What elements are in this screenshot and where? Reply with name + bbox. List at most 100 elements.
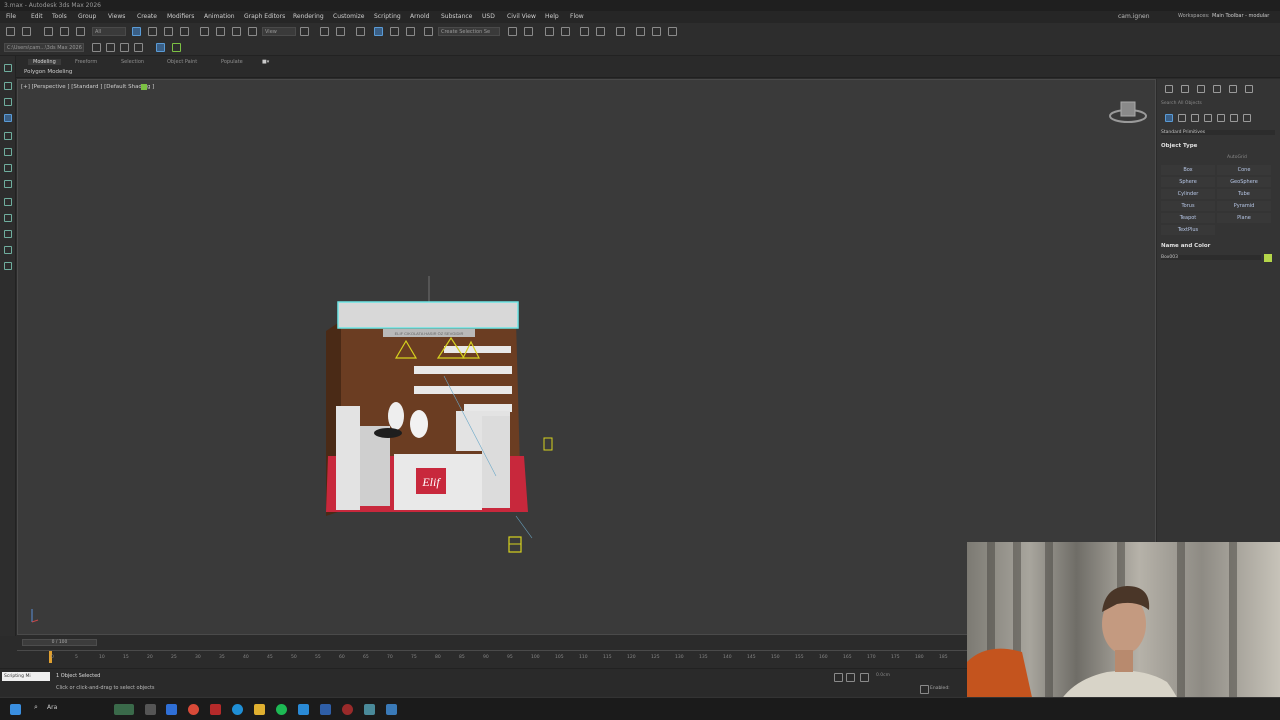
tool-icon-5[interactable] <box>4 132 12 140</box>
viewcube-icon[interactable] <box>1108 98 1148 128</box>
tool-icon-6[interactable] <box>4 148 12 156</box>
menu-create[interactable]: Create <box>137 13 157 20</box>
autogrid-checkbox[interactable]: AutoGrid <box>1227 155 1247 160</box>
menu-modifiers[interactable]: Modifiers <box>167 13 194 20</box>
curve-editor-icon[interactable] <box>596 27 605 36</box>
opera-icon[interactable] <box>210 704 221 715</box>
lock-icon[interactable] <box>846 673 855 682</box>
rotate-icon[interactable] <box>216 27 225 36</box>
folder-icon[interactable] <box>254 704 265 715</box>
pyramid-button[interactable]: Pyramid <box>1217 201 1271 211</box>
tool-icon-3[interactable] <box>4 98 12 106</box>
app-icon[interactable] <box>298 704 309 715</box>
time-slider[interactable]: 0 / 100 <box>22 639 97 646</box>
percent-snap-icon[interactable] <box>390 27 399 36</box>
tool-icon-4[interactable] <box>4 114 12 122</box>
select-by-name-icon[interactable] <box>148 27 157 36</box>
ribbon-tab-freeform[interactable]: Freeform <box>75 59 97 65</box>
undo-icon[interactable] <box>6 27 15 36</box>
category-dropdown[interactable]: Standard Primitives <box>1161 130 1275 135</box>
taskbar-search[interactable]: Ara <box>47 704 57 711</box>
scene-explorer-tool-icon[interactable] <box>4 64 12 72</box>
ribbon-tab-modeling[interactable]: Modeling <box>28 59 61 65</box>
windows-start-icon[interactable] <box>10 704 21 715</box>
cameras-icon[interactable] <box>1204 114 1212 122</box>
menu-views[interactable]: Views <box>108 13 125 20</box>
utilities-tab-icon[interactable] <box>1245 85 1253 93</box>
select-manipulate-icon[interactable] <box>320 27 329 36</box>
tool-icon-2[interactable] <box>4 82 12 90</box>
lights-icon[interactable] <box>1191 114 1199 122</box>
object-type-title[interactable]: Object Type <box>1161 143 1197 149</box>
workspace-dropdown[interactable]: Main Toolbar - modular <box>1212 13 1269 19</box>
project-folder-icon[interactable] <box>92 43 101 52</box>
app-icon-4[interactable] <box>386 704 397 715</box>
menu-substance[interactable]: Substance <box>441 13 472 20</box>
keyboard-shortcut-icon[interactable] <box>336 27 345 36</box>
mirror-icon[interactable] <box>508 27 517 36</box>
menu-edit[interactable]: Edit <box>31 13 43 20</box>
named-selection-set-dropdown[interactable]: Create Selection Se <box>438 27 500 36</box>
menu-help[interactable]: Help <box>545 13 559 20</box>
tool-icon-8[interactable] <box>4 180 12 188</box>
pivot-center-icon[interactable] <box>300 27 309 36</box>
adaptive-degradation-icon[interactable] <box>920 685 929 694</box>
box-button[interactable]: Box <box>1161 165 1215 175</box>
viewport-label[interactable]: [+] [Perspective ] [Standard ] [Default … <box>21 84 154 90</box>
ribbon-tab-selection[interactable]: Selection <box>121 59 144 65</box>
3dsmax-icon[interactable] <box>364 704 375 715</box>
angle-snap-icon[interactable] <box>374 27 383 36</box>
track-bar[interactable]: 0 5 10 15 20 25 30 35 40 45 50 55 60 65 … <box>17 650 967 664</box>
booth-model[interactable]: ELIF CIKOLATA HASIR ÖZ SEVGIDIR Elif <box>316 276 556 556</box>
link-icon[interactable] <box>44 27 53 36</box>
unlink-icon[interactable] <box>60 27 69 36</box>
create-tab-icon[interactable] <box>1165 85 1173 93</box>
torus-button[interactable]: Torus <box>1161 201 1215 211</box>
menu-arnold[interactable]: Arnold <box>410 13 429 20</box>
task-view-icon[interactable] <box>145 704 156 715</box>
place-icon[interactable] <box>248 27 257 36</box>
edge-icon[interactable] <box>232 704 243 715</box>
geosphere-button[interactable]: GeoSphere <box>1217 177 1271 187</box>
ribbon-polygon-modeling[interactable]: Polygon Modeling <box>24 69 72 75</box>
tool-icon-12[interactable] <box>4 246 12 254</box>
sphere-button[interactable]: Sphere <box>1161 177 1215 187</box>
scene-explorer-icon[interactable] <box>545 27 554 36</box>
rect-selection-icon[interactable] <box>164 27 173 36</box>
light-helper-icon[interactable] <box>508 536 522 554</box>
object-name-field[interactable]: Box003 <box>1161 255 1261 260</box>
menu-scripting[interactable]: Scripting <box>374 13 401 20</box>
selection-lock-icon[interactable] <box>834 673 843 682</box>
helpers-icon[interactable] <box>1217 114 1225 122</box>
hierarchy-tab-icon[interactable] <box>1197 85 1205 93</box>
menu-tools[interactable]: Tools <box>52 13 67 20</box>
search-icon[interactable]: ⌕ <box>34 703 38 712</box>
systems-icon[interactable] <box>1243 114 1251 122</box>
menu-flow[interactable]: Flow <box>570 13 584 20</box>
shapes-icon[interactable] <box>1178 114 1186 122</box>
window-crossing-icon[interactable] <box>180 27 189 36</box>
menu-customize[interactable]: Customize <box>333 13 365 20</box>
tool-icon-10[interactable] <box>4 214 12 222</box>
layer-icon[interactable] <box>106 43 115 52</box>
search-objects-field[interactable]: Search All Objects <box>1161 101 1202 106</box>
isolate-icon[interactable] <box>156 43 165 52</box>
redo-icon[interactable] <box>22 27 31 36</box>
tool-icon-11[interactable] <box>4 230 12 238</box>
cylinder-button[interactable]: Cylinder <box>1161 189 1215 199</box>
render-setup-icon[interactable] <box>652 27 661 36</box>
tool-icon-9[interactable] <box>4 198 12 206</box>
render-frame-icon[interactable] <box>668 27 677 36</box>
spinner-snap-icon[interactable] <box>406 27 415 36</box>
menu-graph-editors[interactable]: Graph Editors <box>244 13 285 20</box>
object-color-swatch[interactable] <box>1264 254 1272 262</box>
ribbon-options-icon[interactable]: ■▾ <box>262 59 269 65</box>
ribbon-toggle-icon[interactable] <box>580 27 589 36</box>
display-tab-icon[interactable] <box>1229 85 1237 93</box>
explorer-icon[interactable] <box>166 704 177 715</box>
plane-button[interactable]: Plane <box>1217 213 1271 223</box>
modify-tab-icon[interactable] <box>1181 85 1189 93</box>
app-icon-2[interactable] <box>320 704 331 715</box>
material-editor-icon[interactable] <box>636 27 645 36</box>
check-icon[interactable] <box>172 43 181 52</box>
